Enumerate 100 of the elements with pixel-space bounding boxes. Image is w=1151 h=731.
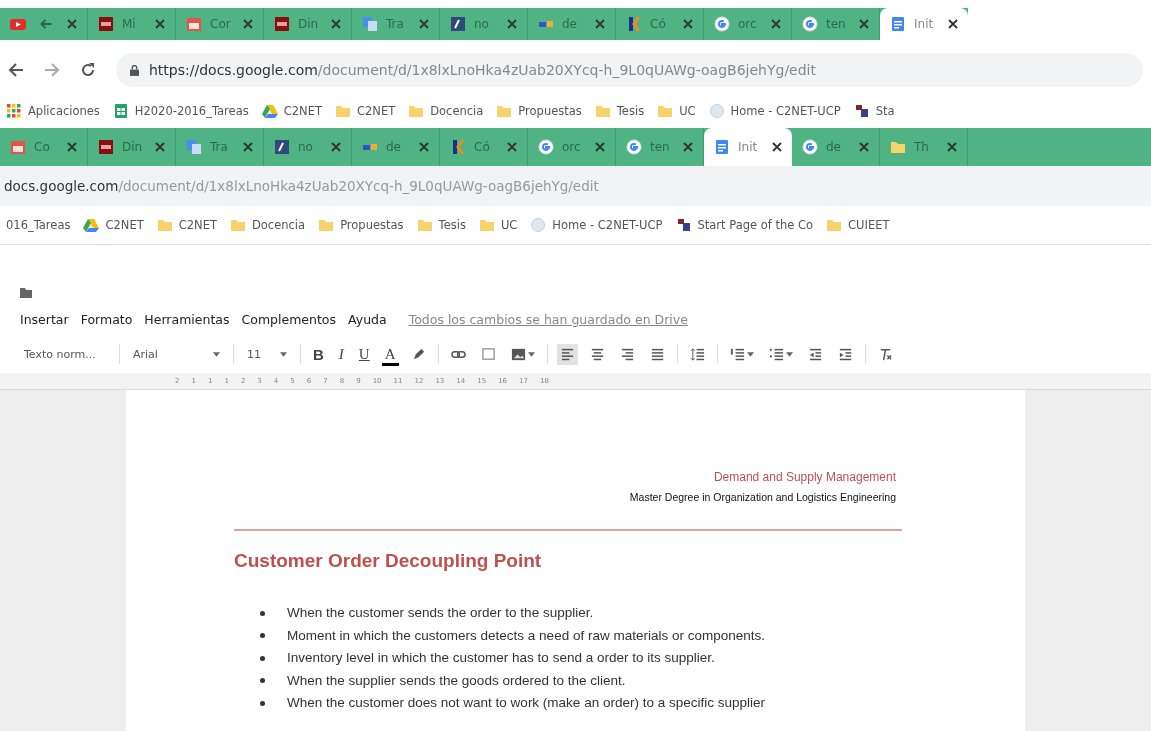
bullet-icon: [260, 678, 265, 684]
bullet-item: Moment in which the customers detects a need of raw materials or components.: [287, 626, 765, 645]
menu-item[interactable]: Ayuda: [348, 312, 387, 327]
folder-icon: [318, 217, 335, 233]
document-icon: [890, 16, 906, 32]
bullet-icon: [260, 655, 265, 661]
folder-icon: [657, 103, 674, 119]
drive-icon: [83, 217, 100, 233]
google-icon: [626, 139, 642, 155]
bookmark[interactable]: C2NET: [261, 103, 322, 119]
bookmark[interactable]: Propuestas: [496, 103, 582, 119]
google-icon: [802, 16, 818, 32]
folder-icon[interactable]: [20, 288, 32, 298]
comment-icon: [480, 346, 496, 362]
menu-item[interactable]: Formato: [80, 312, 133, 327]
translate-icon: [186, 139, 202, 155]
bookmark[interactable]: 016_Tareas: [6, 218, 71, 232]
align-right-icon: [619, 346, 635, 362]
puzzle-icon: [853, 103, 870, 119]
logo-icon: [98, 16, 114, 32]
format-button[interactable]: U: [355, 342, 373, 366]
menu-item[interactable]: Insertar: [20, 312, 69, 327]
bookmark[interactable]: C2NET: [156, 217, 217, 233]
address-bar[interactable]: https://docs.google.com/document/d/1x8lxLnoHka4zUab20XYcq-h_9L0qUAWg-oagB6jehYg/edit: [116, 53, 1143, 87]
folder-icon: [156, 217, 173, 233]
bookmark[interactable]: Docencia: [408, 103, 484, 119]
bookmark[interactable]: Home - C2NET-UCP: [530, 217, 663, 233]
numbered-list-icon: [729, 346, 745, 362]
caret-icon: [280, 351, 287, 357]
book-icon: [450, 16, 466, 32]
spreadsheet-icon: [112, 103, 129, 119]
back-icon[interactable]: [8, 62, 24, 78]
menu-item[interactable]: Complementos: [241, 312, 337, 327]
bookmark[interactable]: Aplicaciones: [6, 103, 100, 119]
bookmark[interactable]: H2020-2016_Tareas: [112, 103, 249, 119]
bulleted-list-icon: [768, 346, 784, 362]
image-icon: [510, 346, 526, 362]
video-icon: [10, 16, 26, 32]
drive-icon: [261, 103, 278, 119]
folder-icon: [826, 217, 843, 233]
document-icon: [714, 139, 730, 155]
align-left-icon: [559, 346, 575, 362]
google-icon: [714, 16, 730, 32]
save-status-link[interactable]: Todos los cambios se han guardado en Drive: [408, 312, 688, 327]
calendar-icon: [10, 139, 26, 155]
apps-icon: [6, 103, 22, 119]
caret-icon: [213, 351, 220, 357]
logo-icon: [450, 139, 466, 155]
toolbar-button[interactable]: [556, 343, 578, 365]
bookmark[interactable]: CUIEET: [826, 217, 890, 233]
outdent-icon: [807, 346, 823, 362]
google-icon: [802, 139, 818, 155]
bullet-item: Inventory level in which the customer has to send a order to its supplier.: [287, 649, 715, 667]
bullet-item: When the customer does not want to work (make an order) to a specific supplier: [287, 694, 765, 712]
align-center-icon: [589, 346, 605, 362]
puzzle-icon: [675, 217, 692, 233]
bookmark[interactable]: Tesis: [416, 217, 466, 233]
bookmark[interactable]: Docencia: [229, 217, 306, 233]
format-button[interactable]: B: [310, 342, 327, 366]
logo-icon: [626, 16, 642, 32]
book-icon: [274, 139, 290, 155]
format-button[interactable]: A: [381, 342, 399, 366]
bullet-item: When the customer sends the order to the supplier.: [287, 604, 594, 622]
justify-icon: [649, 346, 665, 362]
header-subtitle: Master Degree in Organization and Logistics Engineering: [628, 491, 896, 503]
bookmark[interactable]: Start Page of the Co: [675, 217, 814, 233]
globe-icon: [530, 217, 547, 233]
bookmark[interactable]: UC: [657, 103, 696, 119]
browser-tab[interactable]: Init: [880, 8, 968, 40]
bullet-icon: [260, 633, 265, 639]
browser-tab[interactable]: Init: [704, 128, 792, 166]
folder-icon: [229, 217, 246, 233]
bookmark[interactable]: Home - C2NET-UCP: [708, 103, 841, 119]
menu-item[interactable]: Herramientas: [144, 312, 230, 327]
folder-icon: [408, 103, 425, 119]
toolbar-dropdown[interactable]: 11: [243, 347, 291, 361]
address-bar[interactable]: docs.google.com/document/d/1x8lxLnoHka4zUab20XYcq-h_9L0qUAWg-oagB6jehYg/edit: [0, 166, 1151, 206]
toolbar-dropdown[interactable]: Texto norm...: [20, 347, 110, 361]
reload-icon[interactable]: [80, 62, 96, 78]
bullet-item: When the supplier sends the goods ordered to the client.: [287, 671, 626, 690]
bookmark[interactable]: C2NET: [334, 103, 396, 119]
folder-icon: [416, 217, 433, 233]
close-icon[interactable]: [772, 142, 782, 152]
url-text: https://docs.google.com/document/d/1x8lxLnoHka4zUab20XYcq-h_9L0qUAWg-oagB6jehYg/edit: [149, 62, 816, 78]
calendar-icon: [186, 16, 202, 32]
line-spacing-icon: [689, 346, 705, 362]
logo-icon: [274, 16, 290, 32]
bookmark[interactable]: Sta: [853, 103, 895, 119]
close-icon[interactable]: [948, 19, 958, 29]
document-heading: Customer Order Decoupling Point: [234, 550, 543, 572]
bookmark[interactable]: Tesis: [594, 103, 645, 119]
indent-icon: [837, 346, 853, 362]
bookmark[interactable]: C2NET: [83, 217, 144, 233]
bookmark[interactable]: UC: [478, 217, 518, 233]
translate-icon: [362, 16, 378, 32]
folder-icon: [890, 139, 906, 155]
bookmark[interactable]: Propuestas: [318, 217, 404, 233]
toolbar-dropdown[interactable]: Arial: [129, 347, 224, 361]
format-button[interactable]: I: [335, 342, 347, 366]
logo-icon: [98, 139, 114, 155]
